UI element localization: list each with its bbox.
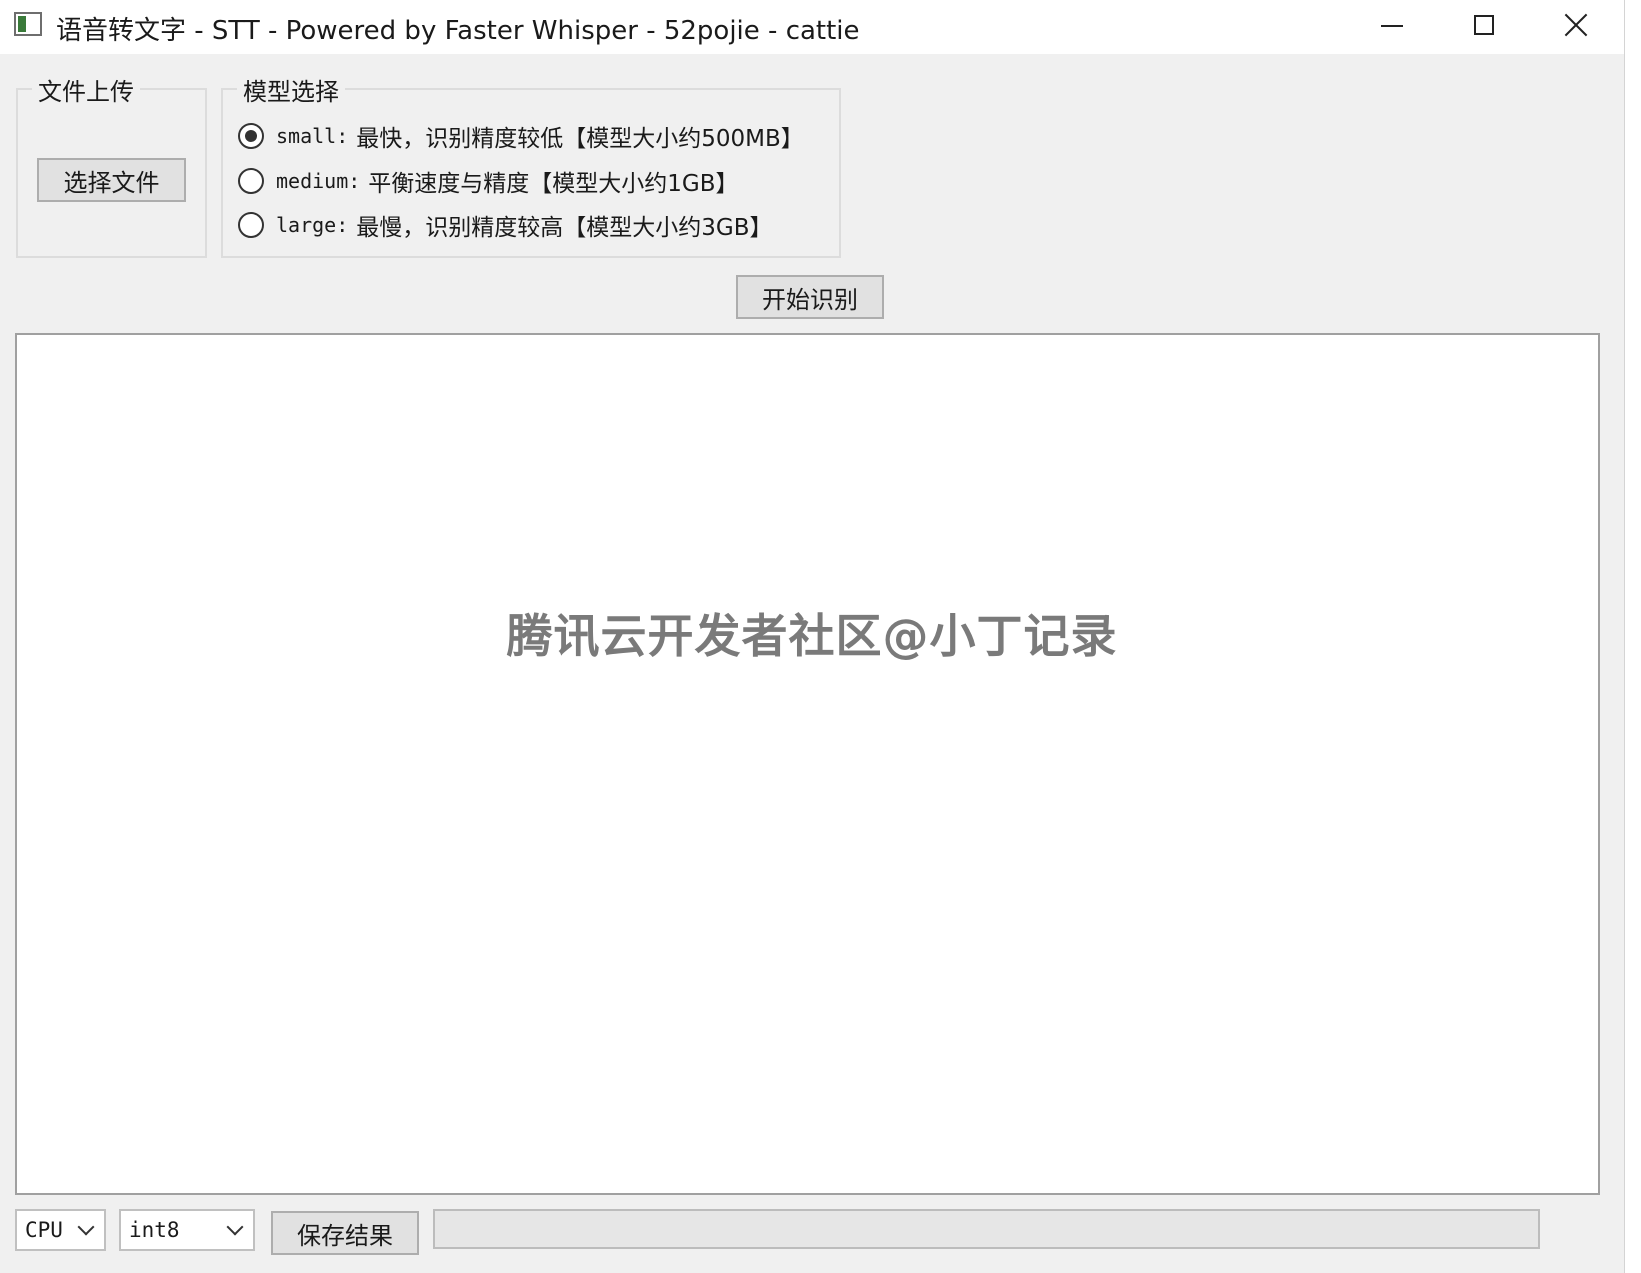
compute-type-select[interactable]: int8 — [119, 1209, 255, 1251]
model-option-medium[interactable]: medium: 平衡速度与精度【模型大小约1GB】 — [238, 163, 739, 199]
model-select-group-title: 模型选择 — [237, 72, 345, 107]
window-title: 语音转文字 - STT - Powered by Faster Whisper … — [56, 16, 860, 46]
model-option-medium-code: medium: — [276, 169, 361, 193]
model-option-large[interactable]: large: 最慢，识别精度较高【模型大小约3GB】 — [238, 207, 773, 243]
compute-type-select-value: int8 — [129, 1218, 180, 1242]
model-option-small-desc: 最快，识别精度较低【模型大小约500MB】 — [356, 126, 804, 152]
close-icon — [1563, 12, 1589, 38]
save-result-button[interactable]: 保存结果 — [271, 1211, 419, 1255]
radio-medium[interactable] — [238, 168, 264, 194]
model-option-small-code: small: — [276, 124, 349, 148]
minimize-button[interactable] — [1346, 0, 1438, 50]
device-select[interactable]: CPU — [15, 1209, 106, 1251]
progress-bar — [433, 1209, 1540, 1249]
title-bar: 语音转文字 - STT - Powered by Faster Whisper … — [0, 0, 1624, 54]
radio-large[interactable] — [238, 212, 264, 238]
chevron-down-icon — [226, 1218, 244, 1236]
model-option-small[interactable]: small: 最快，识别精度较低【模型大小约500MB】 — [238, 118, 804, 154]
maximize-button[interactable] — [1438, 0, 1530, 50]
model-option-medium-desc: 平衡速度与精度【模型大小约1GB】 — [368, 171, 739, 197]
chevron-down-icon — [77, 1218, 95, 1236]
app-window: 语音转文字 - STT - Powered by Faster Whisper … — [0, 0, 1625, 1273]
transcript-output[interactable] — [15, 333, 1600, 1195]
device-select-value: CPU — [25, 1218, 63, 1242]
minimize-icon — [1381, 25, 1403, 27]
maximize-icon — [1474, 15, 1494, 35]
start-recognition-button[interactable]: 开始识别 — [736, 275, 884, 319]
model-option-large-code: large: — [276, 213, 349, 237]
radio-small[interactable] — [238, 123, 264, 149]
app-icon — [14, 12, 42, 36]
model-option-large-desc: 最慢，识别精度较高【模型大小约3GB】 — [356, 215, 773, 241]
file-upload-group-title: 文件上传 — [32, 72, 140, 107]
close-button[interactable] — [1530, 0, 1622, 50]
choose-file-button[interactable]: 选择文件 — [37, 158, 186, 202]
